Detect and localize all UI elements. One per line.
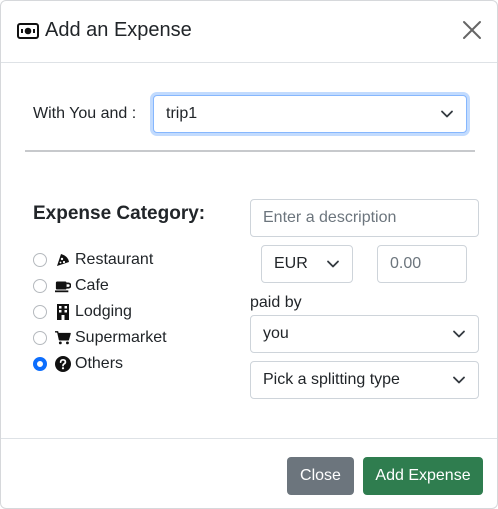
participants-label: With You and : bbox=[33, 105, 137, 122]
category-label: Restaurant bbox=[75, 251, 154, 268]
category-item-cafe[interactable]: Cafe bbox=[33, 273, 167, 299]
shopping-cart-icon bbox=[55, 330, 71, 346]
chevron-down-icon bbox=[326, 257, 340, 271]
category-label: Supermarket bbox=[75, 329, 167, 346]
divider bbox=[25, 150, 475, 152]
add-expense-modal: Add an Expense With You and : trip1 Expe… bbox=[0, 0, 498, 509]
radio-cafe[interactable] bbox=[33, 279, 47, 293]
modal-title: Add an Expense bbox=[17, 19, 192, 42]
chevron-down-icon bbox=[440, 107, 454, 121]
close-button[interactable]: Close bbox=[287, 457, 354, 495]
category-item-lodging[interactable]: Lodging bbox=[33, 299, 167, 325]
building-icon bbox=[55, 304, 71, 320]
money-bill-icon bbox=[17, 22, 39, 39]
close-icon[interactable] bbox=[461, 19, 483, 41]
modal-header: Add an Expense bbox=[1, 1, 497, 63]
amount-input[interactable]: 0.00 bbox=[377, 245, 467, 283]
participants-select[interactable]: trip1 bbox=[153, 95, 467, 133]
radio-restaurant[interactable] bbox=[33, 253, 47, 267]
pizza-icon bbox=[55, 252, 71, 268]
paid-by-value: you bbox=[263, 325, 289, 342]
category-item-restaurant[interactable]: Restaurant bbox=[33, 247, 167, 273]
modal-title-text: Add an Expense bbox=[45, 19, 192, 41]
description-input[interactable]: Enter a description bbox=[250, 199, 479, 237]
chevron-down-icon bbox=[452, 327, 466, 341]
category-label: Cafe bbox=[75, 277, 109, 294]
participants-row: With You and : trip1 bbox=[33, 95, 467, 133]
category-label: Lodging bbox=[75, 303, 132, 320]
footer-divider bbox=[1, 438, 497, 439]
coffee-mug-icon bbox=[55, 278, 71, 294]
split-type-select[interactable]: Pick a splitting type bbox=[250, 361, 479, 399]
paid-by-select[interactable]: you bbox=[250, 315, 479, 353]
participants-select-value: trip1 bbox=[166, 105, 198, 122]
split-type-value: Pick a splitting type bbox=[263, 371, 400, 388]
add-expense-button[interactable]: Add Expense bbox=[363, 457, 483, 495]
radio-lodging[interactable] bbox=[33, 305, 47, 319]
category-title: Expense Category: bbox=[33, 203, 206, 224]
currency-select[interactable]: EUR bbox=[261, 245, 353, 283]
description-placeholder: Enter a description bbox=[263, 209, 397, 226]
category-item-others[interactable]: Others bbox=[33, 351, 167, 377]
chevron-down-icon bbox=[452, 373, 466, 387]
question-circle-icon bbox=[55, 356, 71, 372]
amount-placeholder: 0.00 bbox=[390, 255, 422, 272]
currency-value: EUR bbox=[274, 255, 308, 272]
radio-supermarket[interactable] bbox=[33, 331, 47, 345]
category-list: Restaurant Cafe Lodging Supermarket Othe… bbox=[33, 247, 167, 377]
radio-others[interactable] bbox=[33, 357, 47, 371]
category-label: Others bbox=[75, 355, 124, 372]
category-item-supermarket[interactable]: Supermarket bbox=[33, 325, 167, 351]
paid-by-label: paid by bbox=[250, 294, 302, 311]
